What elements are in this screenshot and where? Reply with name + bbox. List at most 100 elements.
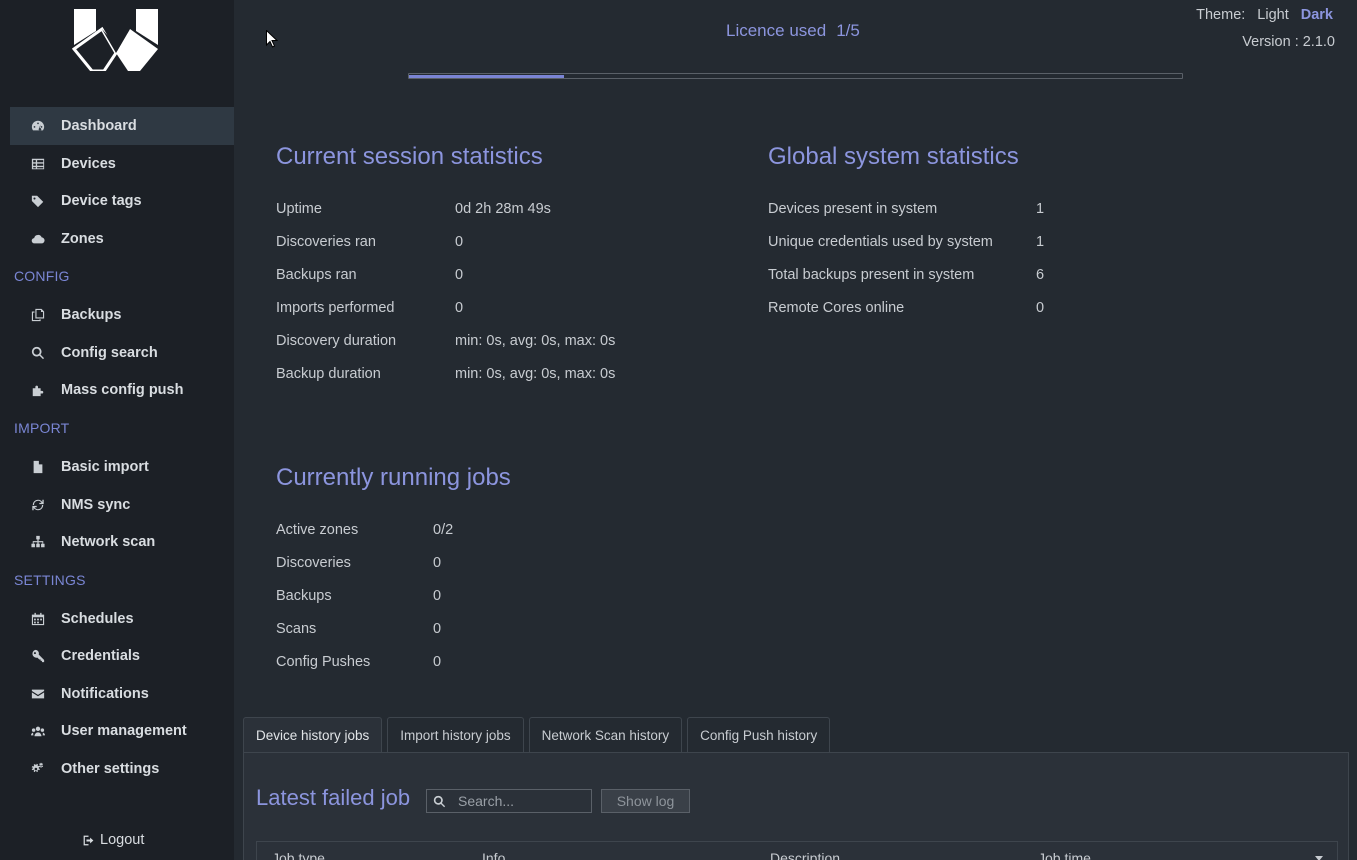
nav-device-tags[interactable]: Device tags: [10, 182, 234, 220]
sitemap-icon: [30, 534, 46, 550]
nav-label: Basic import: [61, 459, 149, 475]
logout-button[interactable]: Logout: [82, 832, 144, 848]
tags-icon: [30, 193, 46, 209]
global-stat-value: 1: [1036, 234, 1045, 250]
tab-device-history-jobs[interactable]: Device history jobs: [243, 717, 383, 753]
cloud-icon: [30, 231, 46, 247]
job-stat-value: 0: [433, 621, 442, 637]
mouse-cursor-icon: [266, 30, 278, 48]
show-log-button[interactable]: Show log: [601, 789, 690, 813]
envelope-icon: [30, 686, 46, 702]
session-stat-value: 0: [455, 300, 464, 316]
job-stat-value: 0: [433, 654, 442, 670]
job-stat-label: Discoveries: [276, 555, 351, 571]
nav-label: Backups: [61, 307, 122, 323]
global-stat-value: 1: [1036, 201, 1045, 217]
column-header-job-type[interactable]: Job type: [272, 850, 325, 860]
nav-label: User management: [61, 723, 187, 739]
session-stat-label: Backup duration: [276, 366, 381, 382]
nav-label: Notifications: [61, 686, 149, 702]
session-stat-value: min: 0s, avg: 0s, max: 0s: [455, 366, 616, 382]
global-stat-value: 6: [1036, 267, 1045, 283]
dashboard-icon: [30, 118, 46, 134]
session-stat-label: Imports performed: [276, 300, 395, 316]
licence-progress-bar: [408, 73, 1183, 79]
key-icon: [30, 648, 46, 664]
global-stat-value: 0: [1036, 300, 1045, 316]
job-stat-label: Config Pushes: [276, 654, 371, 670]
gears-icon: [30, 761, 46, 777]
nav-label: Mass config push: [61, 382, 184, 398]
calendar-icon: [30, 611, 46, 627]
column-header-description[interactable]: Description: [770, 850, 840, 860]
licence-label: Licence used: [726, 21, 827, 40]
global-stat-label: Unique credentials used by system: [768, 234, 993, 250]
search-input[interactable]: [458, 793, 578, 809]
session-stat-value: 0: [455, 234, 464, 250]
job-stat-label: Backups: [276, 588, 332, 604]
nav-label: Dashboard: [61, 118, 137, 134]
section-import: IMPORT: [14, 420, 70, 436]
copy-icon: [30, 307, 46, 323]
nav-dashboard[interactable]: Dashboard: [10, 107, 234, 145]
column-header-info[interactable]: Info: [482, 850, 505, 860]
nav-label: Zones: [61, 231, 104, 247]
nav-config-search[interactable]: Config search: [10, 334, 234, 372]
nav-zones[interactable]: Zones: [10, 220, 234, 258]
nav-label: Other settings: [61, 761, 160, 777]
sign-out-icon: [83, 835, 94, 845]
history-tabs: Device history jobs Import history jobs …: [243, 717, 831, 753]
nav-label: NMS sync: [61, 497, 131, 513]
nav-credentials[interactable]: Credentials: [10, 637, 234, 675]
version-text: Version : 2.1.0: [1242, 34, 1335, 50]
users-icon: [30, 723, 46, 739]
nav-devices[interactable]: Devices: [10, 145, 234, 183]
session-stat-label: Discovery duration: [276, 333, 397, 349]
session-stat-value: 0d 2h 28m 49s: [455, 201, 551, 217]
search-icon: [433, 795, 446, 807]
theme-label: Theme:: [1196, 7, 1246, 23]
global-stats-title: Global system statistics: [768, 143, 1019, 170]
logo-icon[interactable]: [72, 9, 160, 71]
latest-failed-job-title: Latest failed job: [256, 785, 411, 810]
nav-schedules[interactable]: Schedules: [10, 600, 234, 638]
licence-value: 1/5: [836, 21, 860, 40]
nav-network-scan[interactable]: Network scan: [10, 523, 234, 561]
global-stat-label: Devices present in system: [768, 201, 938, 217]
nav-user-management[interactable]: User management: [10, 712, 234, 750]
nav-basic-import[interactable]: Basic import: [10, 448, 234, 486]
column-header-job-time[interactable]: Job time: [1038, 850, 1091, 860]
file-icon: [30, 459, 46, 475]
nav-label: Network scan: [61, 534, 156, 550]
nav-other-settings[interactable]: Other settings: [10, 750, 234, 788]
table-header: Job type Info Description Job time: [256, 841, 1338, 860]
job-stat-label: Scans: [276, 621, 317, 637]
nav-label: Credentials: [61, 648, 140, 664]
sidebar: Dashboard Devices Device tags Zones CONF…: [0, 0, 234, 860]
tab-network-scan-history[interactable]: Network Scan history: [528, 717, 683, 752]
tab-config-push-history[interactable]: Config Push history: [687, 717, 831, 752]
session-stat-label: Backups ran: [276, 267, 357, 283]
session-stat-value: 0: [455, 267, 464, 283]
refresh-icon: [30, 497, 46, 513]
running-jobs-title: Currently running jobs: [276, 464, 511, 491]
nav-mass-config-push[interactable]: Mass config push: [10, 371, 234, 409]
job-stat-value: 0: [433, 588, 442, 604]
theme-light-option[interactable]: Light: [1257, 7, 1288, 23]
job-stat-value: 0: [433, 555, 442, 571]
nav-backups[interactable]: Backups: [10, 296, 234, 334]
sort-desc-icon[interactable]: [1315, 856, 1323, 860]
theme-switcher: Theme: Light Dark: [1196, 7, 1333, 23]
job-stat-value: 0/2: [433, 522, 454, 538]
nav-notifications[interactable]: Notifications: [10, 675, 234, 713]
session-stat-value: min: 0s, avg: 0s, max: 0s: [455, 333, 616, 349]
nav-label: Config search: [61, 345, 158, 361]
theme-dark-option[interactable]: Dark: [1301, 7, 1333, 23]
licence-usage: Licence used 1/5: [726, 21, 860, 41]
section-config: CONFIG: [14, 268, 70, 284]
tab-import-history-jobs[interactable]: Import history jobs: [387, 717, 524, 752]
nav-nms-sync[interactable]: NMS sync: [10, 486, 234, 524]
search-icon: [30, 345, 46, 361]
search-box: [426, 789, 592, 813]
session-stat-label: Uptime: [276, 201, 322, 217]
